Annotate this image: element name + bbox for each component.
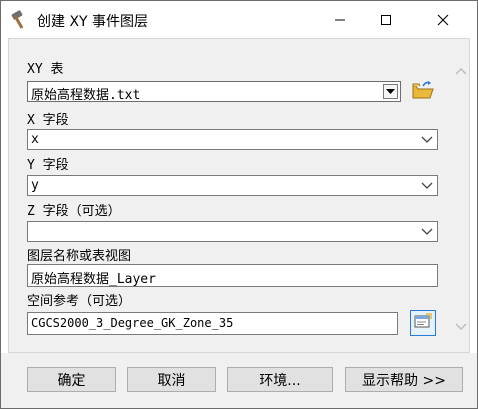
- minimize-button[interactable]: [317, 1, 363, 38]
- x-field-dropdown[interactable]: x: [27, 129, 438, 150]
- open-folder-icon: [412, 80, 434, 104]
- close-button[interactable]: [409, 1, 477, 38]
- x-field-label: X 字段: [27, 113, 69, 128]
- x-field-value: x: [31, 132, 39, 147]
- chevron-up-icon[interactable]: [453, 62, 469, 80]
- chevron-down-icon[interactable]: [420, 225, 434, 239]
- y-field-dropdown[interactable]: y: [27, 175, 438, 196]
- environments-button[interactable]: 环境...: [227, 367, 333, 392]
- ok-button[interactable]: 确定: [27, 367, 116, 392]
- layer-name-input[interactable]: 原始高程数据_Layer: [27, 264, 438, 287]
- browse-folder-button[interactable]: [410, 79, 436, 105]
- dialog-window: 创建 XY 事件图层 XY 表 原始高程数据.txt X 字段 x Y 字段 y…: [0, 0, 478, 409]
- spatial-ref-value: CGCS2000_3_Degree_GK_Zone_35: [31, 316, 234, 330]
- layer-name-value: 原始高程数据_Layer: [31, 272, 156, 287]
- chevron-down-icon[interactable]: [420, 133, 434, 147]
- z-field-label: Z 字段（可选）: [27, 204, 121, 219]
- y-field-value: y: [31, 178, 39, 193]
- z-field-dropdown[interactable]: [27, 221, 438, 242]
- parameters-panel: XY 表 原始高程数据.txt X 字段 x Y 字段 y Z 字段（可选） 图…: [8, 38, 470, 353]
- maximize-button[interactable]: [363, 1, 409, 38]
- button-bar: 确定 取消 环境... 显示帮助 >>: [1, 353, 477, 408]
- caret-down-icon[interactable]: [383, 84, 398, 99]
- xy-table-dropdown[interactable]: 原始高程数据.txt: [27, 81, 401, 103]
- title-bar: 创建 XY 事件图层: [1, 1, 477, 38]
- spatial-ref-properties-button[interactable]: [410, 310, 436, 336]
- cancel-button[interactable]: 取消: [127, 367, 216, 392]
- layer-name-label: 图层名称或表视图: [27, 249, 132, 264]
- xy-table-label: XY 表: [27, 62, 64, 77]
- spatial-ref-label: 空间参考（可选）: [27, 294, 132, 309]
- show-help-button[interactable]: 显示帮助 >>: [345, 367, 463, 392]
- window-title: 创建 XY 事件图层: [37, 14, 149, 30]
- vertical-scrollbar[interactable]: [453, 40, 469, 352]
- chevron-down-icon[interactable]: [420, 179, 434, 193]
- xy-table-value: 原始高程数据.txt: [31, 88, 141, 103]
- hammer-icon: [9, 8, 31, 30]
- properties-icon: [414, 313, 432, 333]
- y-field-label: Y 字段: [27, 158, 69, 173]
- spatial-ref-input[interactable]: CGCS2000_3_Degree_GK_Zone_35: [27, 312, 398, 335]
- chevron-down-icon[interactable]: [453, 318, 469, 336]
